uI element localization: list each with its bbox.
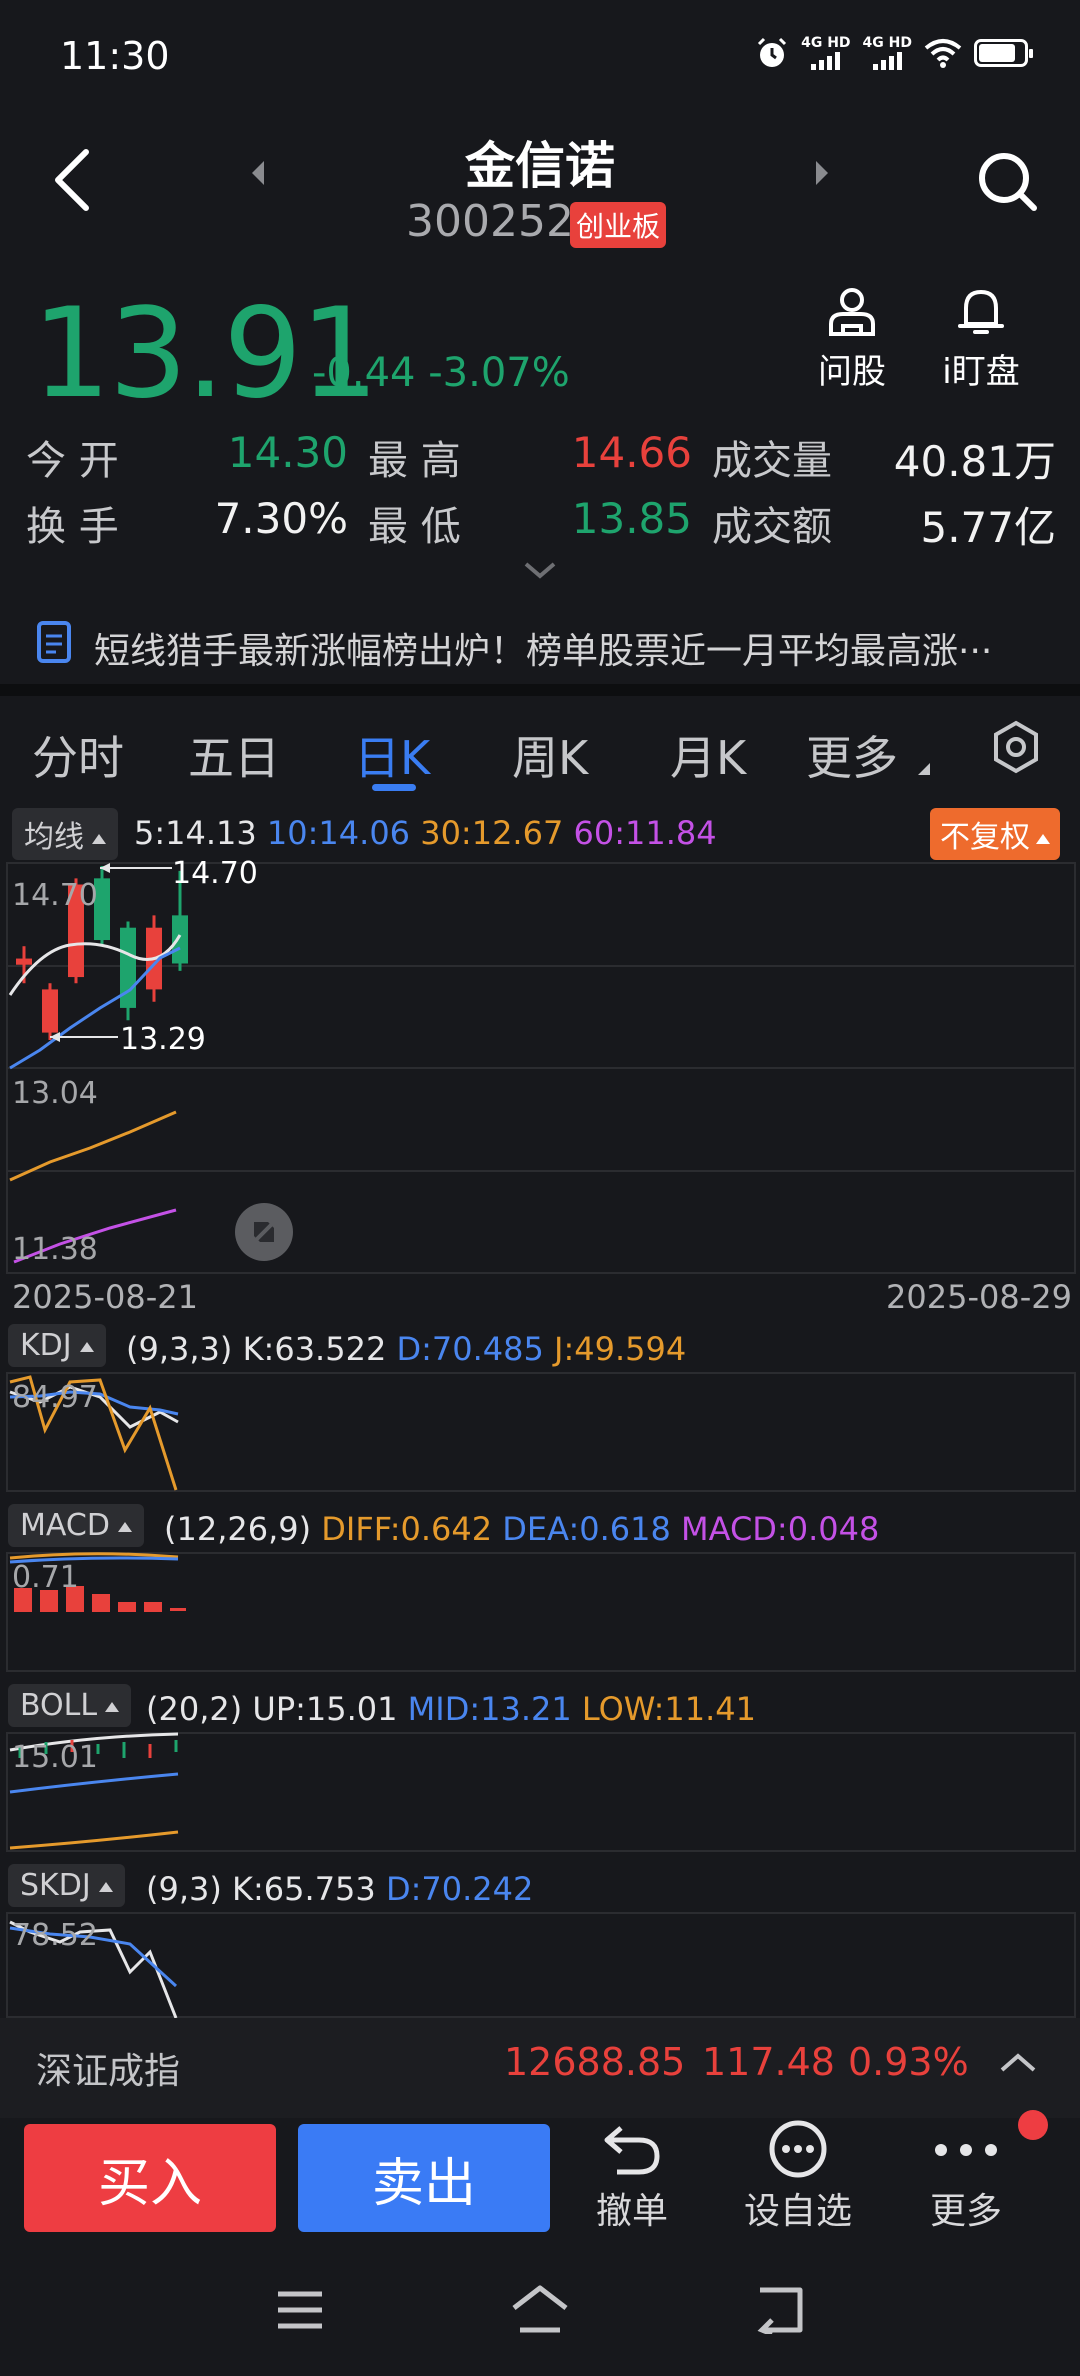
ma30-line: [9, 1110, 177, 1182]
index-value: 12688.85: [504, 2040, 686, 2084]
notification-dot: [1018, 2110, 1048, 2140]
candle-body: [42, 989, 58, 1033]
kdj-axis-max: 84.97: [12, 1380, 98, 1415]
index-change: 117.48: [702, 2040, 835, 2084]
cancel-order-label: 撤单: [595, 2191, 668, 2232]
add-watchlist-button[interactable]: 设自选: [736, 2120, 860, 2234]
more-label: 更多: [929, 2191, 1002, 2232]
kdj-chart: [9, 1375, 179, 1491]
skdj-selector[interactable]: SKDJ: [8, 1864, 125, 1907]
date-end: 2025-08-29: [886, 1278, 1072, 1316]
kline-axis-mid: 13.04: [12, 1076, 98, 1111]
kdj-selector[interactable]: KDJ: [8, 1324, 106, 1367]
boll-legend: (20,2) UP:15.01 MID:13.21 LOW:11.41: [146, 1690, 756, 1728]
candle-body: [16, 958, 32, 965]
macd-axis-max: 0.71: [12, 1560, 79, 1595]
watchlist-icon: [769, 2120, 827, 2178]
undo-icon: [604, 2126, 660, 2175]
sell-button[interactable]: 卖出: [298, 2124, 550, 2232]
more-dots-icon: [935, 2144, 997, 2156]
boll-selector[interactable]: BOLL: [8, 1684, 132, 1727]
skdj-legend: (9,3) K:65.753 D:70.242: [146, 1870, 534, 1908]
kline-low-marker: 13.29: [120, 1022, 206, 1057]
draw-tool-icon[interactable]: [234, 1202, 294, 1262]
menu-icon[interactable]: [276, 2290, 324, 2330]
index-pct: 0.93%: [848, 2040, 969, 2084]
kline-chart: [8, 863, 188, 1264]
skdj-axis-max: 78.52: [12, 1918, 98, 1953]
collapse-chevron-icon[interactable]: [998, 2050, 1038, 2074]
more-button[interactable]: 更多: [914, 2120, 1018, 2234]
kdj-legend: (9,3,3) K:63.522 D:70.485 J:49.594: [126, 1330, 687, 1368]
buy-button[interactable]: 买入: [24, 2124, 276, 2232]
boll-axis-max: 15.01: [12, 1740, 98, 1775]
kline-high-marker: 14.70: [172, 856, 258, 891]
macd-selector[interactable]: MACD: [8, 1504, 144, 1547]
kline-axis-low: 11.38: [12, 1232, 98, 1267]
add-watchlist-label: 设自选: [743, 2191, 852, 2232]
macd-legend: (12,26,9) DIFF:0.642 DEA:0.618 MACD:0.04…: [164, 1510, 880, 1548]
candle-body: [172, 915, 188, 964]
cancel-order-button[interactable]: 撤单: [578, 2120, 686, 2234]
date-start: 2025-08-21: [12, 1278, 198, 1316]
macd-chart: [9, 1552, 186, 1612]
skdj-chart: [9, 1920, 178, 2018]
home-icon[interactable]: [510, 2284, 570, 2334]
back-nav-icon[interactable]: [756, 2286, 806, 2334]
kline-axis-max: 14.70: [12, 878, 98, 913]
index-name: 深证成指: [36, 2051, 181, 2092]
boll-chart: [9, 1732, 179, 1850]
